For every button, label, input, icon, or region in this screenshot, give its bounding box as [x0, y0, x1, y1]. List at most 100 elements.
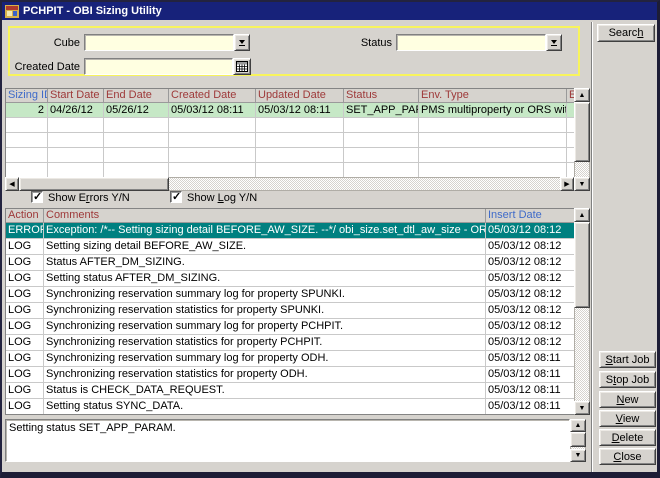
stop-job-button[interactable]: Stop Job	[599, 371, 656, 388]
close-button[interactable]: Close	[599, 448, 656, 465]
cube-dropdown-button[interactable]	[234, 34, 250, 51]
log-table-row[interactable]: LOGSynchronizing reservation summary log…	[6, 287, 574, 303]
cell: 05/03/12 08:11	[169, 103, 256, 117]
jobs-empty-row[interactable]	[6, 148, 574, 163]
log-table-row[interactable]: LOGSetting status SYNC_DATA.05/03/12 08:…	[6, 399, 574, 415]
cube-label: Cube	[10, 37, 80, 49]
cell: 05/03/12 08:12	[486, 303, 575, 318]
jobs-empty-row[interactable]	[6, 133, 574, 148]
show-errors-label: Show Errors Y/N	[48, 192, 130, 204]
log-table-row[interactable]: LOGStatus AFTER_DM_SIZING.05/03/12 08:12	[6, 255, 574, 271]
log-detail-text: Setting status SET_APP_PARAM.	[9, 422, 176, 434]
title-bar[interactable]: PCHPIT - OBI Sizing Utility	[2, 2, 657, 20]
cell: 05/03/12 08:11	[486, 351, 575, 366]
cell: Synchronizing reservation summary log fo…	[44, 351, 486, 366]
view-button[interactable]: View	[599, 410, 656, 427]
cell: PMS multiproperty or ORS with only i	[419, 103, 567, 117]
status-dropdown-button[interactable]	[546, 34, 562, 51]
scroll-down-icon[interactable]: ▼	[574, 401, 590, 415]
app-window: PCHPIT - OBI Sizing Utility Cube Status …	[0, 0, 660, 478]
jobs-column-header[interactable]: End Date	[104, 89, 169, 103]
log-vertical-scrollbar[interactable]: ▲ ▼	[574, 208, 590, 415]
scrollbar-thumb[interactable]	[570, 432, 586, 447]
show-errors-checkbox[interactable]	[31, 191, 43, 203]
app-icon	[5, 5, 19, 18]
log-table-row[interactable]: LOGSynchronizing reservation summary log…	[6, 319, 574, 335]
created-date-input[interactable]	[84, 58, 233, 75]
log-column-header[interactable]: Action	[6, 209, 44, 223]
cell	[6, 163, 48, 177]
cell: Synchronizing reservation summary log fo…	[44, 319, 486, 334]
jobs-empty-row[interactable]	[6, 118, 574, 133]
jobs-column-header[interactable]: Status	[344, 89, 419, 103]
jobs-column-header[interactable]: Start Date	[48, 89, 104, 103]
scroll-up-icon[interactable]: ▲	[570, 419, 586, 432]
created-date-calendar-button[interactable]	[233, 58, 251, 75]
log-detail-box[interactable]: Setting status SET_APP_PARAM.	[5, 419, 570, 462]
scroll-down-icon[interactable]: ▼	[570, 449, 586, 462]
jobs-table-header: Sizing IDStart DateEnd DateCreated DateU…	[6, 89, 574, 103]
cell: LOG	[6, 335, 44, 350]
start-job-button[interactable]: Start Job	[599, 351, 656, 368]
jobs-vertical-scrollbar[interactable]: ▲ ▼	[574, 88, 590, 191]
scrollbar-thumb[interactable]	[574, 102, 590, 162]
cell	[169, 148, 256, 162]
detail-vertical-scrollbar[interactable]: ▲ ▼	[570, 419, 586, 462]
log-table-row[interactable]: LOGSynchronizing reservation summary log…	[6, 351, 574, 367]
log-table-header: ActionCommentsInsert Date	[6, 209, 574, 223]
jobs-table-row[interactable]: 204/26/1205/26/1205/03/12 08:1105/03/12 …	[6, 103, 574, 118]
log-table-row[interactable]: LOGSetting status AFTER_DM_SIZING.05/03/…	[6, 271, 574, 287]
cell: 05/03/12 08:12	[486, 287, 575, 302]
cell: LOG	[6, 239, 44, 254]
jobs-column-header[interactable]: Updated Date	[256, 89, 344, 103]
cell	[169, 133, 256, 147]
status-input[interactable]	[396, 34, 546, 51]
sizing-jobs-table: Sizing IDStart DateEnd DateCreated DateU…	[5, 88, 575, 178]
cell: Synchronizing reservation statistics for…	[44, 303, 486, 318]
log-table-row[interactable]: LOGSynchronizing reservation statistics …	[6, 367, 574, 383]
cell: 05/26/12	[104, 103, 169, 117]
cell: ERROR	[6, 223, 44, 238]
log-column-header[interactable]: Comments	[44, 209, 486, 223]
log-table-body: ERRORException: /*-- Setting sizing deta…	[6, 223, 574, 415]
window-title: PCHPIT - OBI Sizing Utility	[23, 5, 162, 17]
jobs-column-header[interactable]: Env. Type	[419, 89, 567, 103]
cell	[344, 163, 419, 177]
cell: 05/03/12 08:12	[486, 223, 575, 238]
log-table: ActionCommentsInsert Date ERRORException…	[5, 208, 575, 415]
log-table-row[interactable]: LOGSynchronizing reservation statistics …	[6, 303, 574, 319]
created-date-label: Created Date	[10, 61, 80, 73]
jobs-column-header[interactable]: Sizing ID	[6, 89, 48, 103]
cell	[419, 148, 567, 162]
cell: Setting status SYNC_DATA.	[44, 399, 486, 414]
scrollbar-thumb[interactable]	[19, 177, 169, 191]
scrollbar-thumb[interactable]	[574, 222, 590, 308]
jobs-column-header[interactable]: Created Date	[169, 89, 256, 103]
log-column-header[interactable]: Insert Date	[486, 209, 575, 223]
log-table-row[interactable]: LOGSynchronizing reservation statistics …	[6, 335, 574, 351]
cell: 05/03/12 08:11	[486, 399, 575, 414]
scroll-left-icon[interactable]: ◀	[5, 177, 19, 191]
cell	[169, 118, 256, 132]
cell	[104, 148, 169, 162]
jobs-empty-row[interactable]	[6, 163, 574, 178]
new-button[interactable]: New	[599, 391, 656, 408]
cell	[344, 118, 419, 132]
cell: 05/03/12 08:11	[486, 367, 575, 382]
cell	[344, 133, 419, 147]
cell: SET_APP_PARAM	[344, 103, 419, 117]
show-log-checkbox[interactable]	[170, 191, 182, 203]
log-table-row[interactable]: LOGStatus is CHECK_DATA_REQUEST.05/03/12…	[6, 383, 574, 399]
scroll-up-icon[interactable]: ▲	[574, 88, 590, 102]
scroll-down-icon[interactable]: ▼	[574, 177, 590, 191]
cell: 05/03/12 08:12	[486, 239, 575, 254]
scroll-up-icon[interactable]: ▲	[574, 208, 590, 222]
log-table-row[interactable]: LOGSetting sizing detail BEFORE_AW_SIZE.…	[6, 239, 574, 255]
search-button[interactable]: Search	[597, 24, 655, 42]
log-table-row[interactable]: ERRORException: /*-- Setting sizing deta…	[6, 223, 574, 239]
cube-input[interactable]	[84, 34, 234, 51]
scroll-right-icon[interactable]: ▶	[560, 177, 574, 191]
delete-button[interactable]: Delete	[599, 429, 656, 446]
cell: Status AFTER_DM_SIZING.	[44, 255, 486, 270]
jobs-horizontal-scrollbar[interactable]: ◀ ▶	[5, 177, 574, 191]
